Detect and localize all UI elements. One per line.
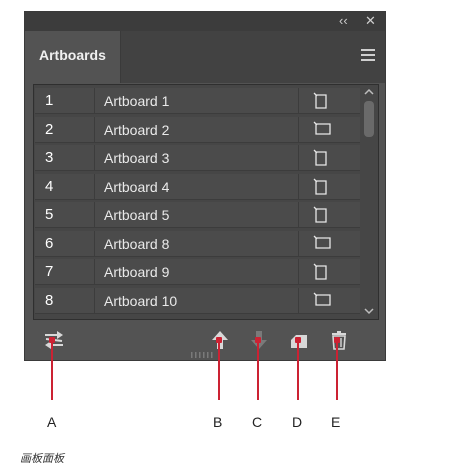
artboard-name-cell[interactable]: Artboard 8 — [95, 230, 299, 256]
artboard-number-cell: 8 — [35, 287, 95, 313]
close-icon[interactable]: ✕ — [365, 14, 376, 28]
resize-grip[interactable] — [191, 352, 219, 358]
artboard-number: 2 — [45, 120, 54, 138]
artboard-number-cell: 7 — [35, 259, 95, 284]
artboard-name[interactable]: Artboard 8 — [104, 236, 169, 252]
callout-label-a: A — [47, 414, 57, 430]
artboard-options-cell[interactable] — [299, 117, 361, 142]
figure-caption: 画板面板 — [20, 453, 64, 465]
artboard-name[interactable]: Artboard 1 — [104, 93, 169, 109]
artboard-row[interactable]: 2 Artboard 2 — [35, 116, 361, 143]
artboard-name-cell[interactable]: Artboard 4 — [95, 173, 299, 199]
artboard-number: 4 — [45, 177, 54, 195]
artboard-options-cell[interactable] — [299, 288, 361, 313]
artboard-options-cell[interactable] — [299, 259, 361, 284]
artboard-name-cell[interactable]: Artboard 10 — [95, 287, 299, 313]
callout-label-e: E — [331, 414, 341, 430]
artboard-number-cell: 2 — [35, 116, 95, 142]
artboard-row[interactable]: 8 Artboard 10 — [35, 287, 361, 314]
artboard-name-cell[interactable]: Artboard 9 — [95, 259, 299, 284]
artboard-number: 7 — [45, 263, 54, 280]
artboard-options-cell[interactable] — [299, 231, 361, 256]
artboard-name-cell[interactable]: Artboard 3 — [95, 145, 299, 170]
panel-titlebar: ‹‹ ✕ — [25, 12, 385, 31]
artboard-portrait-icon[interactable] — [313, 206, 327, 223]
tab-artboards[interactable]: Artboards — [25, 31, 121, 83]
callout-line-c — [257, 340, 259, 400]
artboard-portrait-icon[interactable] — [313, 149, 327, 166]
artboard-number-cell: 1 — [35, 88, 95, 113]
artboard-row[interactable]: 6 Artboard 8 — [35, 230, 361, 257]
artboard-name[interactable]: Artboard 9 — [104, 264, 169, 280]
panel-menu-icon[interactable] — [361, 49, 375, 61]
artboard-portrait-icon[interactable] — [313, 178, 327, 195]
artboard-name[interactable]: Artboard 5 — [104, 207, 169, 223]
collapse-icon[interactable]: ‹‹ — [339, 14, 348, 28]
artboard-number: 3 — [45, 149, 54, 166]
artboard-number-cell: 6 — [35, 230, 95, 256]
scroll-thumb[interactable] — [364, 101, 374, 137]
artboard-options-cell[interactable] — [299, 145, 361, 170]
artboard-landscape-icon[interactable] — [313, 235, 331, 249]
artboard-options-cell[interactable] — [299, 202, 361, 227]
callout-label-c: C — [252, 414, 263, 430]
artboard-landscape-icon[interactable] — [313, 121, 331, 135]
artboards-panel: ‹‹ ✕ Artboards 1 Artboard 1 2 Artboard 2 3 Ar… — [24, 11, 386, 361]
scroll-up-icon[interactable] — [364, 88, 374, 96]
artboard-row[interactable]: 5 Artboard 5 — [35, 202, 361, 228]
artboard-landscape-icon[interactable] — [313, 292, 331, 306]
callout-label-d: D — [292, 414, 303, 430]
artboard-list: 1 Artboard 1 2 Artboard 2 3 Artboard 3 4 Artboa… — [33, 84, 379, 320]
list-scrollbar[interactable] — [360, 85, 378, 319]
artboard-number: 1 — [45, 92, 54, 109]
artboard-number: 5 — [45, 206, 54, 223]
tab-strip: Artboards — [25, 31, 385, 83]
artboard-number-cell: 4 — [35, 173, 95, 199]
artboard-name[interactable]: Artboard 2 — [104, 122, 169, 138]
artboard-row[interactable]: 4 Artboard 4 — [35, 173, 361, 200]
callout-line-a — [51, 340, 53, 400]
artboard-portrait-icon[interactable] — [313, 263, 327, 280]
artboard-number-cell: 3 — [35, 145, 95, 170]
artboard-number: 8 — [45, 291, 54, 309]
tab-label: Artboards — [39, 47, 106, 63]
artboard-options-cell[interactable] — [299, 88, 361, 113]
callout-label-b: B — [213, 414, 223, 430]
artboard-name-cell[interactable]: Artboard 1 — [95, 88, 299, 113]
scroll-down-icon[interactable] — [364, 307, 374, 315]
artboard-number-cell: 5 — [35, 202, 95, 227]
artboard-number: 6 — [45, 234, 54, 252]
artboard-row[interactable]: 3 Artboard 3 — [35, 145, 361, 171]
artboard-name-cell[interactable]: Artboard 2 — [95, 116, 299, 142]
callout-line-b — [218, 340, 220, 400]
artboard-options-cell[interactable] — [299, 174, 361, 199]
callout-line-e — [336, 340, 338, 400]
artboard-portrait-icon[interactable] — [313, 92, 327, 109]
artboard-name-cell[interactable]: Artboard 5 — [95, 202, 299, 227]
artboard-name[interactable]: Artboard 3 — [104, 150, 169, 166]
artboard-name[interactable]: Artboard 4 — [104, 179, 169, 195]
artboard-name[interactable]: Artboard 10 — [104, 293, 177, 309]
artboard-row[interactable]: 1 Artboard 1 — [35, 88, 361, 114]
artboard-row[interactable]: 7 Artboard 9 — [35, 259, 361, 285]
callout-line-d — [297, 340, 299, 400]
